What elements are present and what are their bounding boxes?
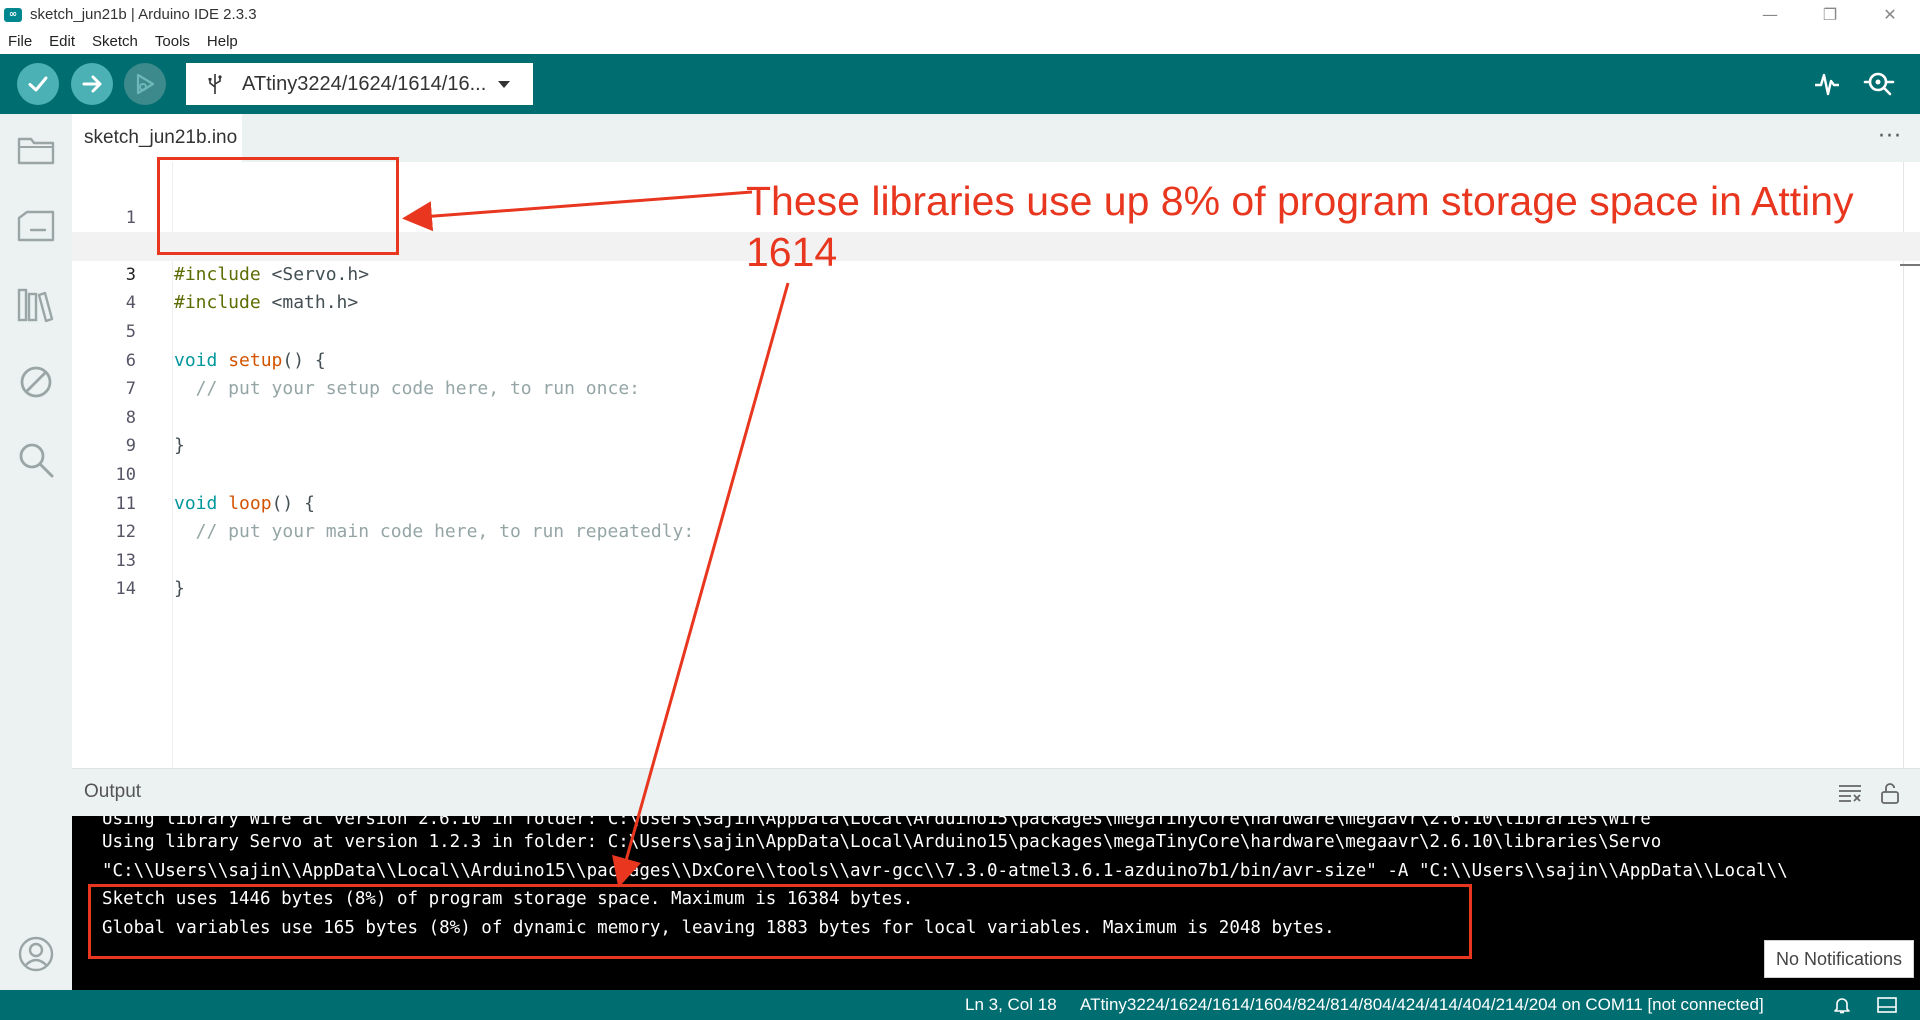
output-panel-header: Output xyxy=(72,768,1920,816)
arduino-logo-icon: ∞ xyxy=(4,7,22,22)
checkmark-icon xyxy=(28,76,48,92)
debug-play-icon xyxy=(136,73,155,95)
board-name: ATtiny3224/1624/1614/16... xyxy=(242,72,487,95)
chevron-down-icon xyxy=(497,75,511,94)
menu-help[interactable]: Help xyxy=(207,33,238,50)
code-line: 7 xyxy=(72,347,1920,399)
code-line: 5 void setup() { xyxy=(72,289,1920,371)
serial-plotter-button[interactable] xyxy=(1811,68,1843,100)
annotation-libraries-box xyxy=(157,157,399,255)
status-bar: Ln 3, Col 18 ATtiny3224/1624/1614/1604/8… xyxy=(0,990,1920,1020)
title-bar: ∞ sketch_jun21b | Arduino IDE 2.3.3 — ❐ … xyxy=(0,0,1920,29)
code-line: 9 xyxy=(72,404,1920,456)
line-number: 14 xyxy=(115,579,136,600)
code-line: 14 xyxy=(72,547,1920,599)
upload-button[interactable] xyxy=(71,63,113,105)
boards-manager-icon[interactable] xyxy=(16,206,56,246)
output-line: Using library Servo at version 1.2.3 in … xyxy=(102,832,1662,852)
more-options-icon[interactable]: ··· xyxy=(1878,124,1902,149)
menu-bar: File Edit Sketch Tools Help xyxy=(0,29,1920,54)
output-line: Using library Wire at version 2.6.10 in … xyxy=(102,816,1651,829)
window-title: sketch_jun21b | Arduino IDE 2.3.3 xyxy=(30,6,257,23)
clear-output-icon[interactable] xyxy=(1837,781,1863,805)
debug-disabled-icon[interactable] xyxy=(16,362,56,402)
annotation-output-box xyxy=(88,884,1472,959)
search-icon[interactable] xyxy=(16,440,56,480)
arrow-right-icon xyxy=(82,75,102,93)
serial-monitor-button[interactable] xyxy=(1863,68,1895,100)
sketchbook-folder-icon[interactable] xyxy=(16,130,56,170)
minimize-button[interactable]: — xyxy=(1740,0,1800,29)
menu-sketch[interactable]: Sketch xyxy=(92,33,138,50)
status-board[interactable]: ATtiny3224/1624/1614/1604/824/814/804/42… xyxy=(1080,995,1764,1015)
board-selector[interactable]: ATtiny3224/1624/1614/16... xyxy=(186,63,533,105)
cursor-position: Ln 3, Col 18 xyxy=(965,995,1057,1014)
annotation-text: These libraries use up 8% of program sto… xyxy=(746,178,1854,275)
code-line: 11 // put your main code here, to run re… xyxy=(72,461,1920,543)
bell-icon[interactable] xyxy=(1833,996,1853,1014)
window-controls: — ❐ ✕ xyxy=(1740,0,1920,29)
maximize-button[interactable]: ❐ xyxy=(1800,0,1860,29)
profile-icon[interactable] xyxy=(16,934,56,974)
unlock-scroll-icon[interactable] xyxy=(1877,781,1903,805)
code-line: 12 xyxy=(72,490,1920,542)
notification-toast: No Notifications xyxy=(1764,940,1914,978)
code-line: 10 void loop() { xyxy=(72,432,1920,514)
code-line: 13 } xyxy=(72,518,1920,600)
serial-monitor-icon xyxy=(1863,72,1895,96)
menu-file[interactable]: File xyxy=(8,33,32,50)
toggle-panel-icon[interactable] xyxy=(1877,996,1897,1014)
close-button[interactable]: ✕ xyxy=(1860,0,1920,29)
menu-edit[interactable]: Edit xyxy=(49,33,75,50)
code-line: 6 // put your setup code here, to run on… xyxy=(72,318,1920,400)
library-manager-icon[interactable] xyxy=(16,284,56,324)
toolbar: ATtiny3224/1624/1614/16... xyxy=(0,54,1920,114)
side-bar xyxy=(0,114,72,990)
editor-tab-bar: sketch_jun21b.ino ··· xyxy=(72,114,1920,162)
menu-tools[interactable]: Tools xyxy=(155,33,190,50)
tab-sketch-file[interactable]: sketch_jun21b.ino xyxy=(72,114,242,162)
code-text: } xyxy=(174,578,185,600)
output-line: "C:\\Users\\sajin\\AppData\\Local\\Ardui… xyxy=(102,861,1788,881)
output-title: Output xyxy=(84,781,142,802)
debug-button[interactable] xyxy=(124,63,166,105)
serial-plotter-icon xyxy=(1815,73,1839,96)
usb-icon xyxy=(206,73,224,95)
code-line: 8 } xyxy=(72,375,1920,457)
verify-button[interactable] xyxy=(17,63,59,105)
